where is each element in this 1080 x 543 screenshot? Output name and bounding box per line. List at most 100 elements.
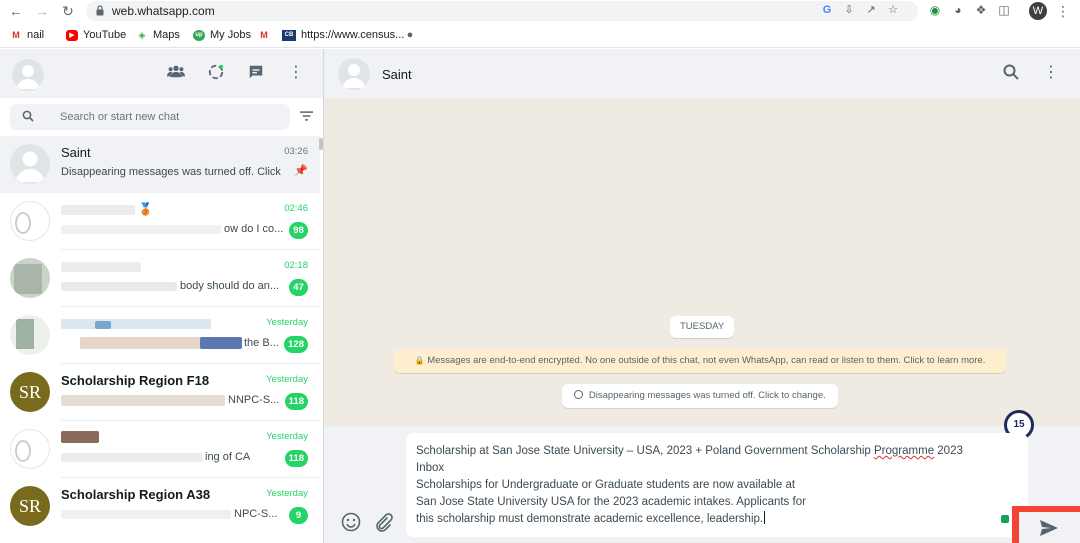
chrome-menu-icon[interactable]: ⋮ xyxy=(1056,2,1070,20)
attach-icon[interactable] xyxy=(373,512,393,532)
unread-badge: 118 xyxy=(284,450,308,467)
search-box[interactable] xyxy=(10,104,290,130)
bookmark-census[interactable]: CB https://www.census... xyxy=(282,28,404,42)
scrollbar-thumb[interactable] xyxy=(319,138,323,150)
sidebar: ⋮ Saint 03:26 Disappearing messages was … xyxy=(0,49,324,543)
unread-badge: 47 xyxy=(289,279,308,296)
my-avatar[interactable] xyxy=(12,59,44,91)
bookmarks-bar: M nail ▶ YouTube ◈ Maps up My Jobs M CB … xyxy=(0,22,1080,48)
menu-kebab-icon[interactable]: ⋮ xyxy=(287,64,305,82)
menu-kebab-icon[interactable]: ⋮ xyxy=(1042,64,1060,82)
reload-icon[interactable]: ↻ xyxy=(60,3,76,19)
chat-preview: NNPC-S... xyxy=(228,394,280,406)
sidebar-header: ⋮ xyxy=(0,49,323,98)
conversation-pane: Saint ⋮ TUESDAY 🔒 Messages are end-to-en… xyxy=(324,49,1080,543)
chat-preview: the B... xyxy=(244,337,279,349)
chat-name: Scholarship Region A38 xyxy=(61,487,211,502)
chat-time: Yesterday xyxy=(266,374,308,385)
chat-time: Yesterday xyxy=(266,431,308,442)
chat-preview: body should do an... xyxy=(180,280,280,292)
chat-item-scholarship-f18[interactable]: SR Scholarship Region F18 Yesterday NNPC… xyxy=(0,364,320,421)
chat-list-scrollbar[interactable] xyxy=(319,136,323,543)
default-avatar-icon xyxy=(16,65,40,89)
chat-list: Saint 03:26 Disappearing messages was tu… xyxy=(0,136,320,543)
chat-preview: NPC-S... xyxy=(234,508,278,520)
grammarly-icon[interactable] xyxy=(1001,515,1009,523)
redacted-name xyxy=(61,319,211,329)
lock-icon: 🔒 xyxy=(414,356,425,365)
chat-time: 03:26 xyxy=(284,146,308,157)
chat-time: 02:46 xyxy=(284,203,308,214)
date-divider: TUESDAY xyxy=(670,316,735,338)
chat-preview: ing of CA xyxy=(205,451,251,463)
whatsapp-app: ⋮ Saint 03:26 Disappearing messages was … xyxy=(0,49,1080,543)
send-icon[interactable] xyxy=(1039,519,1059,537)
redacted-preview xyxy=(61,510,231,519)
extension-grey-icon[interactable]: ◕ xyxy=(951,2,965,18)
search-icon[interactable] xyxy=(1002,64,1020,82)
sidepanel-icon[interactable]: ◫ xyxy=(997,2,1011,18)
bookmark-globe[interactable]: ● xyxy=(404,28,421,42)
bookmark-youtube[interactable]: ▶ YouTube xyxy=(66,28,126,42)
redacted-name xyxy=(61,431,99,443)
compose-footer: 15 Scholarship at San Jose State Univers… xyxy=(324,410,1080,543)
avatar xyxy=(10,201,50,241)
misspelled-word[interactable]: Programme xyxy=(874,445,934,457)
census-icon: CB xyxy=(282,29,296,41)
bookmark-maps[interactable]: ◈ Maps xyxy=(136,28,180,42)
chat-name: 🥉 xyxy=(138,202,153,216)
maps-icon: ◈ xyxy=(138,29,146,40)
chat-item-saint[interactable]: Saint 03:26 Disappearing messages was tu… xyxy=(0,136,320,193)
redacted-name xyxy=(61,262,141,272)
google-icon[interactable]: G xyxy=(820,3,834,17)
emoji-icon[interactable] xyxy=(341,512,361,532)
avatar: SR xyxy=(10,486,50,526)
redacted-name xyxy=(61,205,135,215)
address-bar[interactable]: web.whatsapp.com xyxy=(86,1,918,21)
install-icon[interactable]: ⇩ xyxy=(842,3,856,17)
youtube-icon: ▶ xyxy=(66,29,78,41)
browser-toolbar: ← → ↻ web.whatsapp.com G ⇩ ↗ ☆ ◉ ◕ ❖ ◫ W… xyxy=(0,0,1080,22)
lock-icon xyxy=(96,5,104,16)
chat-item[interactable]: Yesterday the B... 128 xyxy=(0,307,320,364)
status-icon[interactable] xyxy=(207,64,225,82)
search-input[interactable] xyxy=(60,107,280,127)
message-area: TUESDAY 🔒 Messages are end-to-end encryp… xyxy=(324,98,1080,475)
redacted-preview xyxy=(61,225,221,234)
avatar xyxy=(10,258,50,298)
forward-arrow-icon[interactable]: → xyxy=(34,3,50,19)
contact-avatar[interactable] xyxy=(338,58,370,90)
share-icon[interactable]: ↗ xyxy=(864,3,878,17)
new-chat-icon[interactable] xyxy=(247,64,265,82)
chat-item-scholarship-a38[interactable]: SR Scholarship Region A38 Yesterday NPC-… xyxy=(0,478,320,535)
filter-icon[interactable] xyxy=(299,110,313,124)
profile-avatar[interactable]: W xyxy=(1029,2,1047,20)
redacted-name-block xyxy=(95,321,111,329)
avatar xyxy=(10,315,50,355)
puzzle-icon[interactable]: ❖ xyxy=(974,2,988,18)
bookmark-myjobs[interactable]: up My Jobs xyxy=(193,28,251,42)
timer-icon xyxy=(574,390,584,399)
globe-icon: ● xyxy=(406,28,414,41)
encryption-notice[interactable]: 🔒 Messages are end-to-end encrypted. No … xyxy=(394,349,1006,373)
chat-item[interactable]: 02:18 body should do an... 47 xyxy=(0,250,320,307)
star-icon[interactable]: ☆ xyxy=(886,3,900,17)
chat-item[interactable]: 🥉 02:46 ow do I co... 98 xyxy=(0,193,320,250)
communities-icon[interactable] xyxy=(167,64,185,82)
contact-name[interactable]: Saint xyxy=(382,67,412,82)
search-bar xyxy=(0,98,323,136)
send-highlight xyxy=(1012,506,1080,543)
unread-badge: 9 xyxy=(289,507,308,524)
back-arrow-icon[interactable]: ← xyxy=(8,3,24,19)
chat-item[interactable]: Yesterday ing of CA 118 xyxy=(0,421,320,478)
disappearing-notice[interactable]: Disappearing messages was turned off. Cl… xyxy=(562,384,838,408)
chat-name: Scholarship Region F18 xyxy=(61,373,210,388)
text-caret xyxy=(764,511,766,524)
conversation-header[interactable]: Saint ⋮ xyxy=(324,49,1080,98)
avatar xyxy=(10,429,50,469)
extension-green-icon[interactable]: ◉ xyxy=(928,2,942,18)
bookmark-gmail[interactable]: M nail xyxy=(10,28,44,42)
redacted-preview xyxy=(61,282,177,291)
bookmark-gmail-2[interactable]: M xyxy=(258,28,275,42)
message-input[interactable]: Scholarship at San Jose State University… xyxy=(406,433,1028,537)
